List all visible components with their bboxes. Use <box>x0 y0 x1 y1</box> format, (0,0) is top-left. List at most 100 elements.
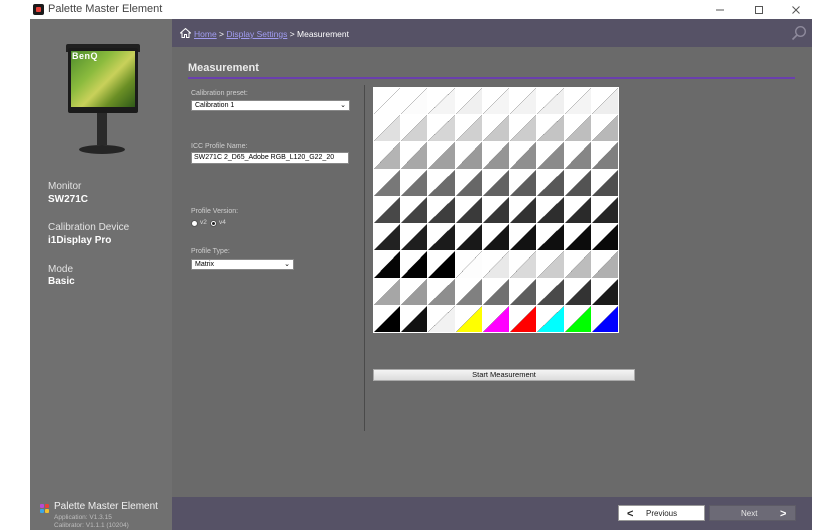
color-patch <box>428 115 455 142</box>
window-margin <box>812 19 840 530</box>
color-patch <box>591 142 618 169</box>
color-patch <box>374 251 401 278</box>
profile-version-v2-radio[interactable] <box>191 220 198 227</box>
previous-button-label: Previous <box>646 509 678 518</box>
color-patch <box>455 251 482 278</box>
window-title: Palette Master Element <box>48 3 163 15</box>
color-patch <box>564 88 591 115</box>
color-patch <box>537 88 564 115</box>
color-patch <box>374 196 401 224</box>
home-icon[interactable] <box>180 28 191 38</box>
color-patch <box>428 305 455 332</box>
title-bar: Palette Master Element <box>0 0 840 19</box>
mode-label: Mode <box>48 264 74 275</box>
calibrator-version: Calibrator: V1.1.1 (10204) <box>54 522 129 529</box>
color-patch <box>401 224 428 251</box>
calibration-preset-label: Calibration preset: <box>191 90 248 97</box>
main-panel: Home > Display Settings > Measurement Me… <box>172 19 812 530</box>
chevron-down-icon: ⌄ <box>284 261 290 268</box>
color-patch <box>591 88 618 115</box>
color-patch <box>401 278 428 305</box>
color-patch <box>482 305 510 332</box>
color-patch <box>537 251 564 278</box>
color-patch <box>564 305 591 332</box>
close-icon <box>792 6 800 14</box>
previous-button[interactable]: < Previous <box>618 505 705 521</box>
color-patch <box>564 278 591 305</box>
color-patch <box>401 305 428 332</box>
palette-logo-icon <box>40 504 50 513</box>
application-version: Application: V1.3.15 <box>54 514 112 521</box>
color-patch <box>374 169 401 196</box>
color-patch <box>510 196 537 224</box>
color-patch <box>374 278 401 305</box>
color-patch <box>537 115 564 142</box>
color-patch <box>564 169 591 196</box>
measurement-patch-grid <box>373 87 619 333</box>
color-patch <box>455 224 482 251</box>
color-patch <box>455 305 482 332</box>
color-patch <box>401 115 428 142</box>
footer-app-name: Palette Master Element <box>54 501 158 512</box>
color-patch <box>401 88 428 115</box>
monitor-illustration: BenQ <box>66 44 140 166</box>
app-window: Palette Master Element BenQ Monitor SW27… <box>0 0 840 530</box>
color-patch <box>428 196 455 224</box>
color-patch <box>591 251 618 278</box>
color-patch <box>374 305 401 332</box>
maximize-button[interactable] <box>744 0 774 19</box>
color-patch <box>510 224 537 251</box>
monitor-bezel: BenQ <box>68 48 138 113</box>
color-patch <box>537 305 564 332</box>
color-patch <box>564 115 591 142</box>
icc-profile-name-value: SW271C 2_D65_Adobe RGB_L120_G22_20 <box>194 154 335 161</box>
breadcrumb-display-settings-link[interactable]: Display Settings <box>226 29 287 39</box>
color-patch <box>428 278 455 305</box>
color-patch <box>564 196 591 224</box>
breadcrumb-separator: > <box>216 29 227 39</box>
search-icon[interactable] <box>791 25 807 41</box>
color-patch <box>401 142 428 169</box>
color-patch <box>537 169 564 196</box>
maximize-icon <box>755 6 763 14</box>
minimize-button[interactable] <box>705 0 735 19</box>
profile-type-select[interactable]: Matrix ⌄ <box>191 259 294 270</box>
color-patch <box>482 115 510 142</box>
breadcrumb: Home > Display Settings > Measurement <box>172 19 812 47</box>
start-measurement-button[interactable]: Start Measurement <box>373 369 635 381</box>
color-patch <box>482 169 510 196</box>
breadcrumb-trail: Home > Display Settings > Measurement <box>194 29 349 39</box>
color-patch <box>510 251 537 278</box>
color-patch <box>591 169 618 196</box>
color-patch <box>591 305 618 332</box>
color-patch <box>482 88 510 115</box>
page-title: Measurement <box>188 62 259 74</box>
calibration-preset-select[interactable]: Calibration 1 ⌄ <box>191 100 350 111</box>
profile-version-v4-radio[interactable] <box>210 220 217 227</box>
color-patch <box>564 142 591 169</box>
color-patch <box>374 142 401 169</box>
sidebar: BenQ Monitor SW271C Calibration Device i… <box>30 19 172 530</box>
color-patch <box>537 196 564 224</box>
breadcrumb-home-link[interactable]: Home <box>194 29 217 39</box>
color-patch <box>455 142 482 169</box>
monitor-label: Monitor <box>48 181 82 192</box>
profile-version-label: Profile Version: <box>191 208 239 215</box>
icc-profile-name-input[interactable]: SW271C 2_D65_Adobe RGB_L120_G22_20 <box>191 152 349 164</box>
column-divider <box>364 85 365 431</box>
monitor-value: SW271C <box>48 194 89 205</box>
calibration-device-value: i1Display Pro <box>48 235 112 246</box>
calibration-preset-value: Calibration 1 <box>195 102 235 109</box>
icc-profile-name-label: ICC Profile Name: <box>191 143 248 150</box>
profile-version-v4-label: v4 <box>219 219 226 226</box>
monitor-brand: BenQ <box>72 51 99 61</box>
next-button[interactable]: Next > <box>709 505 796 521</box>
calibration-device-label: Calibration Device <box>48 222 130 233</box>
color-patch <box>591 115 618 142</box>
color-patch <box>455 115 482 142</box>
close-button[interactable] <box>781 0 811 19</box>
color-patch <box>455 196 482 224</box>
color-patch <box>455 169 482 196</box>
color-patch <box>482 278 510 305</box>
color-patch <box>401 169 428 196</box>
